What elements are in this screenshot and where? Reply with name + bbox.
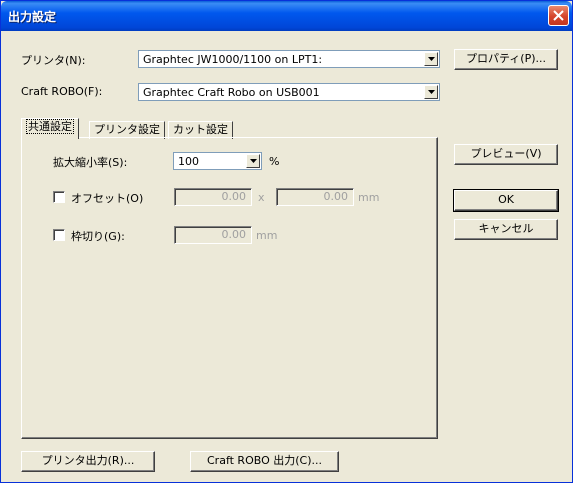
offset-checkbox[interactable] (53, 191, 65, 203)
frame-cut-label: 枠切り(G): (71, 230, 125, 243)
frame-cut-unit: mm (256, 229, 278, 242)
craft-robo-select-value: Graphtec Craft Robo on USB001 (143, 86, 320, 99)
scale-unit: % (269, 155, 280, 168)
printer-select[interactable]: Graphtec JW1000/1100 on LPT1: (138, 50, 440, 68)
offset-y-field[interactable]: 0.00 (276, 188, 354, 206)
printer-dropdown-arrow[interactable] (424, 52, 438, 66)
printer-select-value: Graphtec JW1000/1100 on LPT1: (143, 53, 323, 66)
window-title: 出力設定 (8, 10, 57, 24)
offset-x-field[interactable]: 0.00 (174, 188, 252, 206)
scale-select[interactable]: 100 (173, 152, 262, 170)
title-bar[interactable]: 出力設定 (1, 1, 572, 31)
craft-robo-label: Craft ROBO(F): (21, 85, 103, 98)
offset-separator: x (258, 191, 265, 204)
tab-panel (21, 137, 438, 439)
offset-label: オフセット(O) (71, 192, 144, 205)
tab-printer-settings-label: プリンタ設定 (94, 123, 160, 136)
printer-output-button[interactable]: プリンタ出力(R)... (21, 451, 155, 472)
craft-robo-select[interactable]: Graphtec Craft Robo on USB001 (138, 83, 440, 101)
frame-cut-checkbox[interactable] (53, 229, 65, 241)
printer-label: プリンタ(N): (21, 54, 86, 67)
tab-common-settings[interactable]: 共通設定 (21, 118, 79, 139)
craft-robo-output-button[interactable]: Craft ROBO 出力(C)... (190, 451, 339, 472)
chevron-down-icon (428, 90, 435, 94)
ok-button[interactable]: OK (453, 189, 559, 212)
frame-cut-field[interactable]: 0.00 (174, 226, 252, 244)
tab-cut-settings-label: カット設定 (173, 123, 228, 136)
cancel-button[interactable]: キャンセル (454, 219, 558, 240)
tab-common-settings-label: 共通設定 (26, 119, 74, 134)
craft-robo-dropdown-arrow[interactable] (424, 85, 438, 99)
scale-dropdown-arrow[interactable] (246, 154, 260, 168)
close-button[interactable] (548, 5, 569, 26)
output-settings-dialog: 出力設定 プリンタ(N): Graphtec JW1000/1100 on LP… (0, 0, 573, 483)
preview-button[interactable]: プレビュー(V) (454, 144, 558, 165)
chevron-down-icon (428, 57, 435, 61)
offset-unit: mm (358, 191, 380, 204)
close-icon (553, 10, 564, 21)
properties-button[interactable]: プロパティ(P)... (454, 49, 558, 70)
chevron-down-icon (250, 159, 257, 163)
scale-label: 拡大縮小率(S): (53, 156, 128, 169)
scale-select-value: 100 (178, 155, 199, 168)
